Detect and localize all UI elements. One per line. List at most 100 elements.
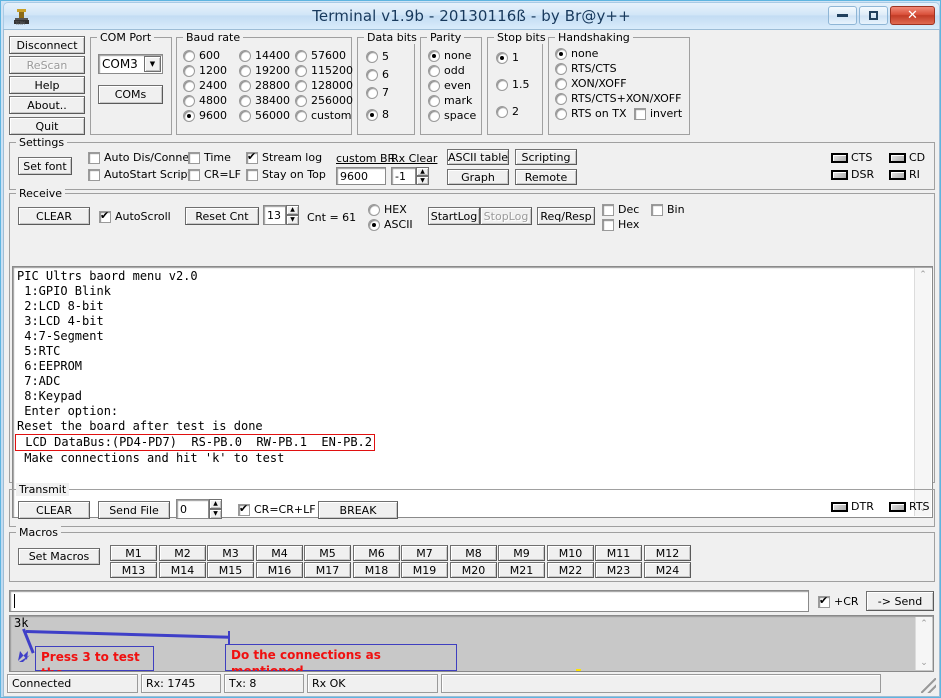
hex-checkbox[interactable]: Hex [602,218,639,231]
maximize-button[interactable] [859,6,888,25]
help-button[interactable]: Help [9,76,85,94]
send-button[interactable]: -> Send [866,591,934,611]
macro-button-m10[interactable]: M10 [547,545,594,561]
data-bits-5[interactable]: 5 [366,50,389,63]
bin-checkbox[interactable]: Bin [651,203,685,216]
custom-br-input[interactable]: 9600 [336,167,386,185]
reqresp-button[interactable]: Req/Resp [537,207,595,225]
baud-115200[interactable]: 115200 [295,64,353,77]
receive-hex-radio[interactable]: HEX [368,203,407,216]
scripting-button[interactable]: Scripting [515,149,577,165]
handshake-both[interactable]: RTS/CTS+XON/XOFF [555,92,681,105]
baud-custom[interactable]: custom [295,109,352,122]
annotation-scrollbar[interactable]: ⌃ ⌄ [915,617,932,670]
handshake-none[interactable]: none [555,47,598,60]
receive-scrollbar[interactable]: ⌃ ⌄ [914,268,931,516]
coms-button[interactable]: COMs [98,85,163,104]
set-font-button[interactable]: Set font [18,157,72,175]
about-button[interactable]: About.. [9,96,85,114]
scroll-down-icon[interactable]: ⌄ [920,656,928,670]
scroll-up-icon[interactable]: ⌃ [919,268,927,282]
baud-128000[interactable]: 128000 [295,79,353,92]
data-bits-8[interactable]: 8 [366,108,389,121]
parity-space[interactable]: space [428,109,476,122]
cr-lf-checkbox[interactable]: CR=LF [188,168,241,181]
stepper-down-icon[interactable]: ▼ [286,215,299,225]
macro-button-m2[interactable]: M2 [159,545,206,561]
scroll-up-icon[interactable]: ⌃ [920,617,928,631]
macro-button-m13[interactable]: M13 [110,562,157,578]
macro-button-m5[interactable]: M5 [304,545,351,561]
parity-odd[interactable]: odd [428,64,465,77]
cr-crlf-checkbox[interactable]: CR=CR+LF [238,502,316,516]
rx-clear-input[interactable]: -1 [391,167,416,185]
ascii-table-button[interactable]: ASCII table [447,149,509,165]
handshake-xon-xoff[interactable]: XON/XOFF [555,77,627,90]
baud-19200[interactable]: 19200 [239,64,290,77]
close-button[interactable]: ✕ [890,6,935,25]
receive-text-area[interactable]: PIC Ultrs baord menu v2.0 1:GPIO Blink 2… [12,266,933,518]
parity-none[interactable]: none [428,49,471,62]
dec-checkbox[interactable]: Dec [602,203,639,216]
baud-57600[interactable]: 57600 [295,49,346,62]
baud-38400[interactable]: 38400 [239,94,290,107]
handshake-rts-on-tx[interactable]: RTS on TX [555,107,627,120]
time-checkbox[interactable]: Time [188,151,231,164]
transmit-delay-input[interactable]: 0 [176,499,209,519]
stop-bits-2[interactable]: 2 [496,105,519,118]
set-macros-button[interactable]: Set Macros [18,548,100,565]
baud-1200[interactable]: 1200 [183,64,227,77]
stream-log-checkbox[interactable]: Stream log [246,150,322,164]
macro-button-m16[interactable]: M16 [256,562,303,578]
startlog-button[interactable]: StartLog [428,207,480,225]
rx-clear-stepper[interactable]: ▲ ▼ [416,167,429,185]
macro-button-m24[interactable]: M24 [644,562,691,578]
stop-bits-1-5[interactable]: 1.5 [496,78,530,91]
quit-button[interactable]: Quit [9,117,85,135]
resize-grip-icon[interactable] [921,678,936,693]
stepper-up-icon[interactable]: ▲ [416,167,429,176]
cnt-input[interactable]: 13 [263,205,286,225]
autostart-script-checkbox[interactable]: AutoStart Script [88,168,192,181]
baud-9600[interactable]: 9600 [183,109,227,122]
autoscroll-checkbox[interactable]: AutoScroll [99,209,171,223]
stepper-down-icon[interactable]: ▼ [209,509,222,519]
handshake-invert-checkbox[interactable]: invert [634,107,682,120]
remote-button[interactable]: Remote [515,169,577,185]
macro-button-m19[interactable]: M19 [401,562,448,578]
baud-2400[interactable]: 2400 [183,79,227,92]
macro-button-m8[interactable]: M8 [450,545,497,561]
stepper-up-icon[interactable]: ▲ [209,499,222,509]
data-bits-6[interactable]: 6 [366,68,389,81]
receive-clear-button[interactable]: CLEAR [18,207,90,225]
handshake-rts-cts[interactable]: RTS/CTS [555,62,617,75]
macro-button-m11[interactable]: M11 [595,545,642,561]
macro-button-m20[interactable]: M20 [450,562,497,578]
reset-cnt-button[interactable]: Reset Cnt [185,207,259,225]
macro-button-m18[interactable]: M18 [353,562,400,578]
macro-button-m14[interactable]: M14 [159,562,206,578]
send-input[interactable] [9,590,809,612]
data-bits-7[interactable]: 7 [366,86,389,99]
macro-button-m3[interactable]: M3 [207,545,254,561]
macro-button-m17[interactable]: M17 [304,562,351,578]
baud-256000[interactable]: 256000 [295,94,353,107]
macro-button-m12[interactable]: M12 [644,545,691,561]
stepper-up-icon[interactable]: ▲ [286,205,299,215]
plus-cr-checkbox[interactable]: +CR [818,594,859,608]
stay-on-top-checkbox[interactable]: Stay on Top [246,168,326,181]
macro-button-m1[interactable]: M1 [110,545,157,561]
macro-button-m23[interactable]: M23 [595,562,642,578]
macro-button-m6[interactable]: M6 [353,545,400,561]
cnt-stepper[interactable]: ▲ ▼ [286,205,299,225]
baud-4800[interactable]: 4800 [183,94,227,107]
macro-button-m22[interactable]: M22 [547,562,594,578]
macro-button-m9[interactable]: M9 [498,545,545,561]
macro-button-m4[interactable]: M4 [256,545,303,561]
baud-14400[interactable]: 14400 [239,49,290,62]
baud-28800[interactable]: 28800 [239,79,290,92]
minimize-button[interactable] [828,6,857,25]
macro-button-m21[interactable]: M21 [498,562,545,578]
macro-button-m15[interactable]: M15 [207,562,254,578]
disconnect-button[interactable]: Disconnect [9,36,85,54]
